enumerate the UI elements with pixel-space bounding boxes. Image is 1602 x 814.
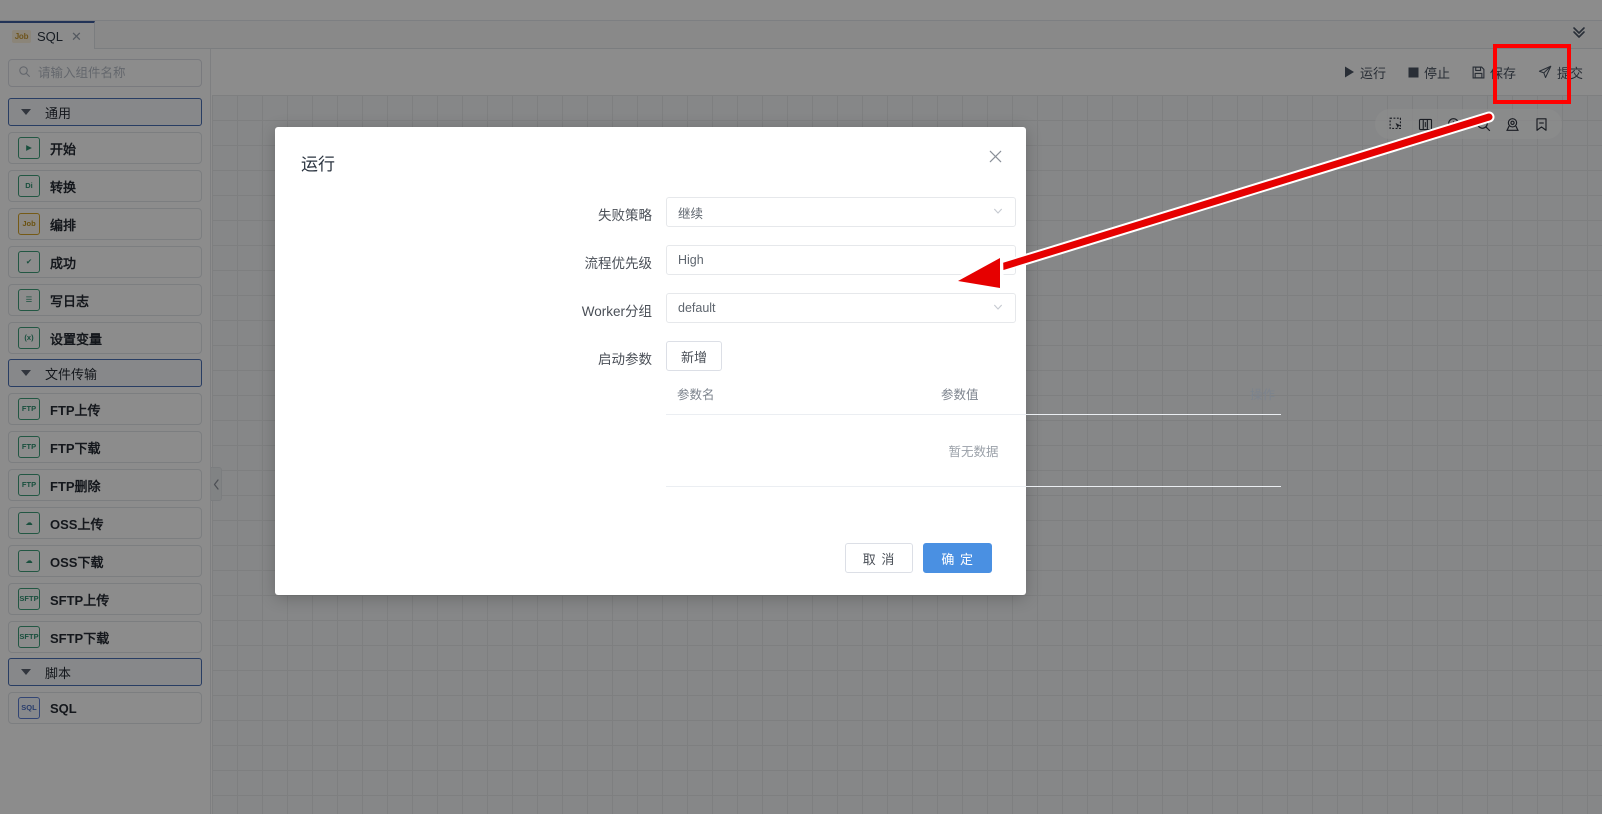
- params-table-header: 参数名 参数值 操作: [666, 384, 1281, 414]
- process-priority-select[interactable]: High: [666, 245, 1016, 275]
- select-value: default: [678, 301, 716, 315]
- run-dialog: 运行 失败策略 继续 流程优先级 High Worker分组 default 启…: [275, 127, 1281, 595]
- params-table: 参数名 参数值 操作 暂无数据: [666, 384, 1281, 487]
- close-icon[interactable]: [982, 143, 1008, 169]
- chevron-down-icon: [992, 205, 1004, 220]
- field-label: Worker分组: [581, 304, 652, 319]
- dialog-header: 运行: [275, 127, 1026, 175]
- chevron-down-icon: [992, 253, 1004, 268]
- empty-state: 暂无数据: [666, 415, 1281, 487]
- field-label: 流程优先级: [584, 256, 653, 271]
- dialog-body: 失败策略 继续 流程优先级 High Worker分组 default 启动参数…: [275, 175, 1281, 487]
- dialog-footer: 取 消 确 定: [275, 505, 1026, 573]
- failure-strategy-select[interactable]: 继续: [666, 197, 1016, 227]
- column-header-value: 参数值: [941, 388, 979, 402]
- field-startup-params: 启动参数 新增 参数名 参数值 操作 暂无数据: [275, 341, 1281, 487]
- app-root: Job SQL ✕ 通用▶开始Di转换Job编排✔成功☰写日志(x)设置变量文件…: [0, 0, 1602, 814]
- select-value: 继续: [678, 206, 704, 221]
- dialog-title: 运行: [301, 155, 335, 174]
- confirm-button[interactable]: 确 定: [923, 543, 992, 573]
- column-header-name: 参数名: [677, 388, 715, 402]
- field-label: 启动参数: [598, 352, 652, 367]
- worker-group-select[interactable]: default: [666, 293, 1016, 323]
- column-header-action: 操作: [1249, 388, 1275, 402]
- chevron-down-icon: [992, 301, 1004, 316]
- field-failure-strategy: 失败策略 继续: [275, 197, 1016, 227]
- cancel-button[interactable]: 取 消: [844, 543, 914, 573]
- field-process-priority: 流程优先级 High: [275, 245, 1016, 275]
- field-worker-group: Worker分组 default: [275, 293, 1016, 323]
- field-label: 失败策略: [598, 208, 652, 223]
- params-block: 新增 参数名 参数值 操作 暂无数据: [666, 341, 1281, 487]
- add-param-button[interactable]: 新增: [666, 341, 722, 371]
- select-value: High: [678, 253, 704, 267]
